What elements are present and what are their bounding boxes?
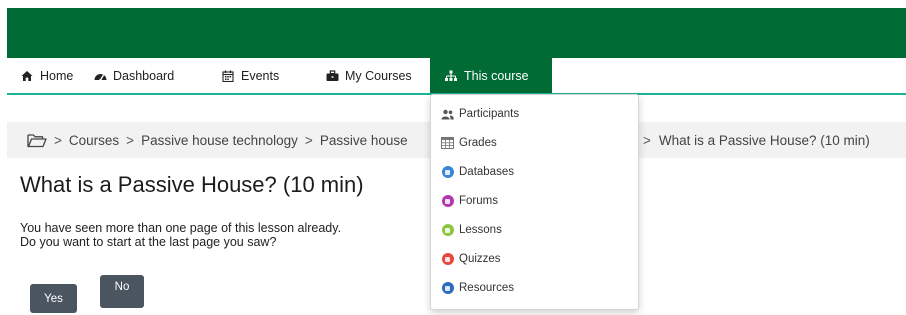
nav-item-home[interactable]: Home [20, 58, 73, 93]
lesson-resume-message: You have seen more than one page of this… [20, 221, 341, 249]
users-icon [441, 108, 454, 121]
resource-icon [441, 282, 454, 295]
menu-item-forums[interactable]: Forums [441, 192, 498, 210]
folder-icon[interactable] [27, 133, 47, 148]
menu-item-label: Resources [459, 282, 514, 294]
briefcase-icon [325, 69, 339, 83]
breadcrumb-current-label: What is a Passive House? (10 min) [658, 132, 870, 148]
breadcrumb-section[interactable]: Passive house [320, 133, 408, 148]
yes-button[interactable]: Yes [30, 284, 77, 313]
breadcrumb-current: > What is a Passive House? (10 min) [640, 122, 870, 158]
sitemap-icon [444, 69, 458, 83]
menu-item-resources[interactable]: Resources [441, 279, 514, 297]
breadcrumb-separator: > [126, 132, 135, 148]
menu-item-label: Forums [459, 195, 498, 207]
this-course-dropdown-menu: Participants Grades Databases Forums Les… [430, 94, 639, 310]
message-line: You have seen more than one page of this… [20, 221, 342, 235]
breadcrumb-course[interactable]: Passive house technology [141, 133, 298, 148]
menu-item-label: Databases [459, 166, 514, 178]
nav-item-label: This course [464, 68, 529, 83]
page-title: What is a Passive House? (10 min) [20, 172, 364, 197]
nav-item-this-course[interactable]: This course [430, 58, 552, 93]
menu-item-lessons[interactable]: Lessons [441, 221, 502, 239]
home-icon [20, 69, 34, 83]
primary-navigation: Home Dashboard Events My Courses This co… [7, 58, 906, 95]
lesson-icon [441, 224, 454, 237]
message-line: Do you want to start at the last page yo… [20, 235, 277, 249]
no-button[interactable]: No [100, 275, 144, 308]
menu-item-label: Grades [459, 137, 497, 149]
nav-item-dashboard[interactable]: Dashboard [93, 58, 174, 93]
menu-item-participants[interactable]: Participants [441, 105, 519, 123]
menu-item-quizzes[interactable]: Quizzes [441, 250, 501, 268]
menu-item-label: Lessons [459, 224, 502, 236]
nav-item-label: Dashboard [113, 68, 175, 83]
menu-item-grades[interactable]: Grades [441, 134, 497, 152]
calendar-icon [221, 69, 235, 83]
dashboard-icon [93, 69, 107, 83]
quiz-icon [441, 253, 454, 266]
nav-item-label: Events [241, 68, 280, 83]
breadcrumb-separator: > [54, 132, 62, 148]
menu-item-label: Participants [459, 108, 520, 120]
table-icon [441, 137, 454, 150]
menu-item-label: Quizzes [459, 253, 501, 265]
nav-item-label: Home [40, 68, 74, 83]
menu-item-databases[interactable]: Databases [441, 163, 514, 181]
database-icon [441, 166, 454, 179]
breadcrumb-courses[interactable]: Courses [69, 133, 119, 148]
forum-icon [441, 195, 454, 208]
breadcrumb-separator: > [304, 132, 313, 148]
header-banner [7, 8, 906, 58]
nav-item-my-courses[interactable]: My Courses [325, 58, 412, 93]
nav-item-events[interactable]: Events [221, 58, 279, 93]
breadcrumb-separator: > [643, 132, 651, 148]
nav-item-label: My Courses [345, 68, 412, 83]
